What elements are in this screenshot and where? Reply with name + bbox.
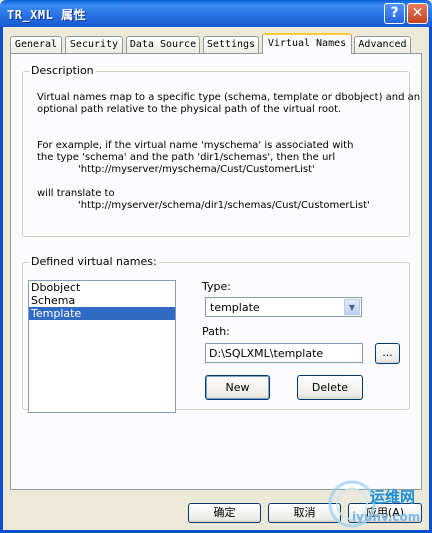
close-icon: ✕ (411, 5, 424, 21)
close-button[interactable]: ✕ (407, 3, 428, 24)
virtual-names-list[interactable]: Dbobject Schema Template (28, 280, 176, 413)
description-line-1: Virtual names map to a specific type (sc… (37, 92, 421, 103)
tab-virtual-names[interactable]: Virtual Names (262, 33, 352, 54)
description-group-label: Description (29, 64, 96, 77)
tab-page-virtual-names: Description Virtual names map to a speci… (10, 53, 422, 490)
description-line-6: will translate to (37, 188, 115, 199)
help-button[interactable]: ? (384, 3, 405, 24)
type-label: Type: (202, 280, 231, 293)
window-title: TR_XML 属性 (7, 8, 87, 22)
apply-button[interactable]: 应用(A) (348, 503, 422, 523)
tab-security[interactable]: Security (65, 36, 123, 53)
description-line-5: 'http://myserver/myschema/Cust/CustomerL… (78, 164, 315, 175)
tab-settings[interactable]: Settings (203, 36, 259, 53)
ok-button[interactable]: 确定 (188, 503, 261, 523)
path-input[interactable]: D:\SQLXML\template (205, 343, 363, 363)
list-item-template[interactable]: Template (29, 307, 175, 320)
cancel-button[interactable]: 取消 (268, 503, 341, 523)
title-bar: TR_XML 属性 ? ✕ (0, 0, 432, 27)
description-line-7: 'http://myserver/schema/dir1/schemas/Cus… (78, 200, 370, 211)
tab-data-source[interactable]: Data Source (126, 36, 200, 53)
description-line-2: optional path relative to the physical p… (37, 104, 342, 115)
browse-button[interactable]: ... (375, 343, 400, 364)
description-line-3: For example, if the virtual name 'mysche… (37, 140, 354, 151)
list-item-schema[interactable]: Schema (29, 294, 175, 307)
path-label: Path: (202, 325, 230, 338)
tab-advanced[interactable]: Advanced (354, 36, 411, 53)
description-line-4: the type 'schema' and the path 'dir1/sch… (37, 152, 336, 163)
new-button[interactable]: New (205, 375, 270, 400)
description-group: Description Virtual names map to a speci… (22, 64, 420, 237)
tab-general[interactable]: General (10, 36, 62, 53)
window-border-left (0, 27, 3, 533)
defined-names-label: Defined virtual names: (29, 255, 159, 268)
help-icon: ? (390, 5, 399, 21)
delete-button[interactable]: Delete (297, 375, 363, 400)
type-select-value: template (210, 301, 260, 314)
list-item-dbobject[interactable]: Dbobject (29, 281, 175, 294)
chevron-down-icon[interactable]: ▼ (344, 299, 360, 315)
type-select[interactable]: template ▼ (205, 297, 362, 317)
tab-strip: General Security Data Source Settings Vi… (10, 33, 422, 54)
